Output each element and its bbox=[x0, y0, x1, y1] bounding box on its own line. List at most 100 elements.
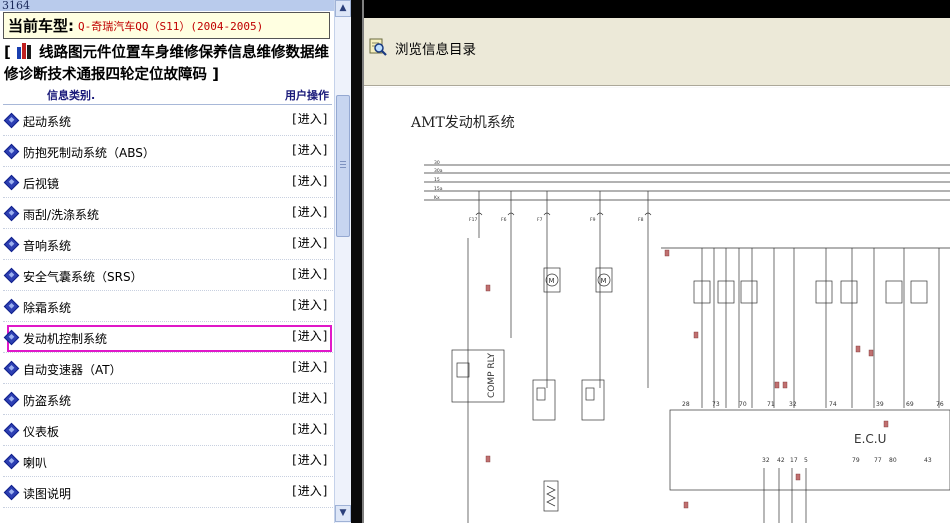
diamond-bullet-icon bbox=[3, 360, 20, 377]
nav-link-text[interactable]: 线路图元件位置车身维修保养信息维修数据维修诊断技术通报四轮定位故障码 bbox=[4, 45, 329, 83]
list-item[interactable]: 防抱死制动系统（ABS） [进入] bbox=[3, 136, 333, 167]
diagram-title: AMT发动机系统 bbox=[411, 115, 515, 131]
list-item-label[interactable]: 读图说明 bbox=[23, 485, 71, 502]
list-header: 信息类别. 用户操作 bbox=[4, 87, 332, 103]
diagram-viewer[interactable]: 30 30a 15 15a Kx F17 F6 F7 F9 F8 COMP RLY M M E.C.U 28… bbox=[364, 87, 950, 523]
list-item-label[interactable]: 防抱死制动系统（ABS） bbox=[23, 144, 155, 161]
bus-label: 15 bbox=[434, 177, 440, 183]
info-nav-links[interactable]: [ 线路图元件位置车身维修保养信息维修数据维修诊断技术通报四轮定位故障码 ] bbox=[4, 42, 332, 86]
enter-link[interactable]: [进入] bbox=[291, 172, 329, 189]
fuse-label: F6 bbox=[501, 217, 507, 223]
heater-zigzag bbox=[546, 485, 556, 507]
enter-link[interactable]: [进入] bbox=[291, 451, 329, 468]
browse-search-icon[interactable] bbox=[369, 38, 387, 56]
diamond-bullet-icon bbox=[3, 391, 20, 408]
scrollbar-thumb[interactable] bbox=[336, 95, 350, 237]
enter-link[interactable]: [进入] bbox=[291, 110, 329, 127]
ecu-pin-label: 77 bbox=[874, 457, 882, 464]
page-number: 3164 bbox=[0, 0, 334, 11]
list-item[interactable]: 起动系统 [进入] bbox=[3, 105, 333, 136]
list-item[interactable]: 读图说明 [进入] bbox=[3, 477, 333, 508]
fuse-label: F17 bbox=[469, 217, 477, 223]
grip-icon bbox=[340, 161, 346, 169]
list-item[interactable]: 音响系统 [进入] bbox=[3, 229, 333, 260]
list-item-label[interactable]: 后视镜 bbox=[23, 175, 59, 192]
list-item-label[interactable]: 起动系统 bbox=[23, 113, 71, 130]
diamond-bullet-icon bbox=[3, 267, 20, 284]
list-item-label[interactable]: 除霜系统 bbox=[23, 299, 71, 316]
fuse-label: F9 bbox=[590, 217, 596, 223]
sensor-box bbox=[910, 280, 928, 304]
list-item[interactable]: 喇叭 [进入] bbox=[3, 446, 333, 477]
list-item[interactable]: 防盗系统 [进入] bbox=[3, 384, 333, 415]
ecu-box bbox=[669, 409, 950, 491]
current-model-label: 当前车型: bbox=[8, 17, 74, 35]
scroll-up-button[interactable]: ▲ bbox=[335, 0, 351, 17]
connector-marker bbox=[485, 284, 491, 292]
bus-label: 15a bbox=[434, 186, 443, 192]
diamond-bullet-icon bbox=[3, 112, 20, 129]
list-item-label[interactable]: 音响系统 bbox=[23, 237, 71, 254]
current-model-value: Q-奇瑞汽车QQ（S11）(2004-2005) bbox=[78, 19, 264, 33]
ecu-pin-label: 71 bbox=[767, 401, 775, 408]
ecu-pin-label: 39 bbox=[876, 401, 884, 408]
current-model-box: 当前车型: Q-奇瑞汽车QQ（S11）(2004-2005) bbox=[3, 12, 330, 39]
enter-link[interactable]: [进入] bbox=[291, 358, 329, 375]
fuse-label: F7 bbox=[537, 217, 543, 223]
ecu-pin-label: 28 bbox=[682, 401, 690, 408]
nav-close-bracket: ] bbox=[212, 65, 219, 83]
category-panel: 3164 当前车型: Q-奇瑞汽车QQ（S11）(2004-2005) [ 线路… bbox=[0, 0, 351, 523]
enter-link[interactable]: [进入] bbox=[291, 203, 329, 220]
motor-label: M bbox=[601, 277, 607, 285]
enter-link[interactable]: [进入] bbox=[291, 296, 329, 313]
ecu-pin-label: 79 bbox=[852, 457, 860, 464]
wiring-schematic: 30 30a 15 15a Kx F17 F6 F7 F9 F8 COMP RLY M M E.C.U 28… bbox=[424, 160, 950, 523]
browse-directory-title[interactable]: 浏览信息目录 bbox=[395, 38, 476, 58]
ecu-pin-label: 32 bbox=[789, 401, 797, 408]
list-item[interactable]: 自动变速器（AT） [进入] bbox=[3, 353, 333, 384]
category-list: 起动系统 [进入] 防抱死制动系统（ABS） [进入] 后视镜 [进入] 雨刮/洗涤系统 [进… bbox=[3, 105, 333, 508]
pane-splitter[interactable] bbox=[351, 0, 362, 523]
list-item-label[interactable]: 防盗系统 bbox=[23, 392, 71, 409]
column-category: 信息类别. bbox=[47, 89, 96, 102]
enter-link[interactable]: [进入] bbox=[291, 420, 329, 437]
diamond-bullet-icon bbox=[3, 205, 20, 222]
list-item[interactable]: 后视镜 [进入] bbox=[3, 167, 333, 198]
diamond-bullet-icon bbox=[3, 422, 20, 439]
list-item[interactable]: 除霜系统 [进入] bbox=[3, 291, 333, 322]
vertical-scrollbar[interactable]: ▲ ▼ bbox=[334, 0, 351, 523]
list-item[interactable]: 雨刮/洗涤系统 [进入] bbox=[3, 198, 333, 229]
list-item-label[interactable]: 发动机控制系统 bbox=[23, 330, 107, 347]
diamond-bullet-icon bbox=[3, 453, 20, 470]
enter-link[interactable]: [进入] bbox=[291, 265, 329, 282]
viewer-panel: 浏览信息目录 30 30a 15 15a Kx F17 F6 F7 F9 F8 COMP RLY M M… bbox=[362, 0, 950, 523]
list-item-label[interactable]: 安全气囊系统（SRS） bbox=[23, 268, 143, 285]
motor-label: M bbox=[549, 277, 555, 285]
diamond-bullet-icon bbox=[3, 236, 20, 253]
list-item-label[interactable]: 自动变速器（AT） bbox=[23, 361, 122, 378]
list-item-label[interactable]: 喇叭 bbox=[23, 454, 47, 471]
comp-relay-label: COMP RLY bbox=[487, 353, 497, 398]
list-item[interactable]: 发动机控制系统 [进入] bbox=[3, 322, 333, 353]
ecu-pin-label: 80 bbox=[889, 457, 897, 464]
bus-label: 30a bbox=[434, 168, 443, 174]
list-item[interactable]: 仪表板 [进入] bbox=[3, 415, 333, 446]
list-item[interactable]: 安全气囊系统（SRS） [进入] bbox=[3, 260, 333, 291]
connector-marker bbox=[782, 381, 788, 389]
enter-link[interactable]: [进入] bbox=[291, 327, 329, 344]
scroll-down-icon: ▼ bbox=[339, 508, 347, 518]
enter-link[interactable]: [进入] bbox=[291, 234, 329, 251]
bus-label: 30 bbox=[434, 160, 440, 166]
fuse-label: F8 bbox=[638, 217, 644, 223]
list-item-label[interactable]: 仪表板 bbox=[23, 423, 59, 440]
bus-label: Kx bbox=[434, 195, 440, 201]
viewer-toolbar: 浏览信息目录 bbox=[364, 18, 950, 86]
ecu-pin-label: 76 bbox=[936, 401, 944, 408]
connector-marker bbox=[855, 345, 861, 353]
enter-link[interactable]: [进入] bbox=[291, 141, 329, 158]
list-item-label[interactable]: 雨刮/洗涤系统 bbox=[23, 206, 99, 223]
enter-link[interactable]: [进入] bbox=[291, 482, 329, 499]
scroll-down-button[interactable]: ▼ bbox=[335, 505, 351, 522]
connector-marker bbox=[693, 331, 699, 339]
enter-link[interactable]: [进入] bbox=[291, 389, 329, 406]
